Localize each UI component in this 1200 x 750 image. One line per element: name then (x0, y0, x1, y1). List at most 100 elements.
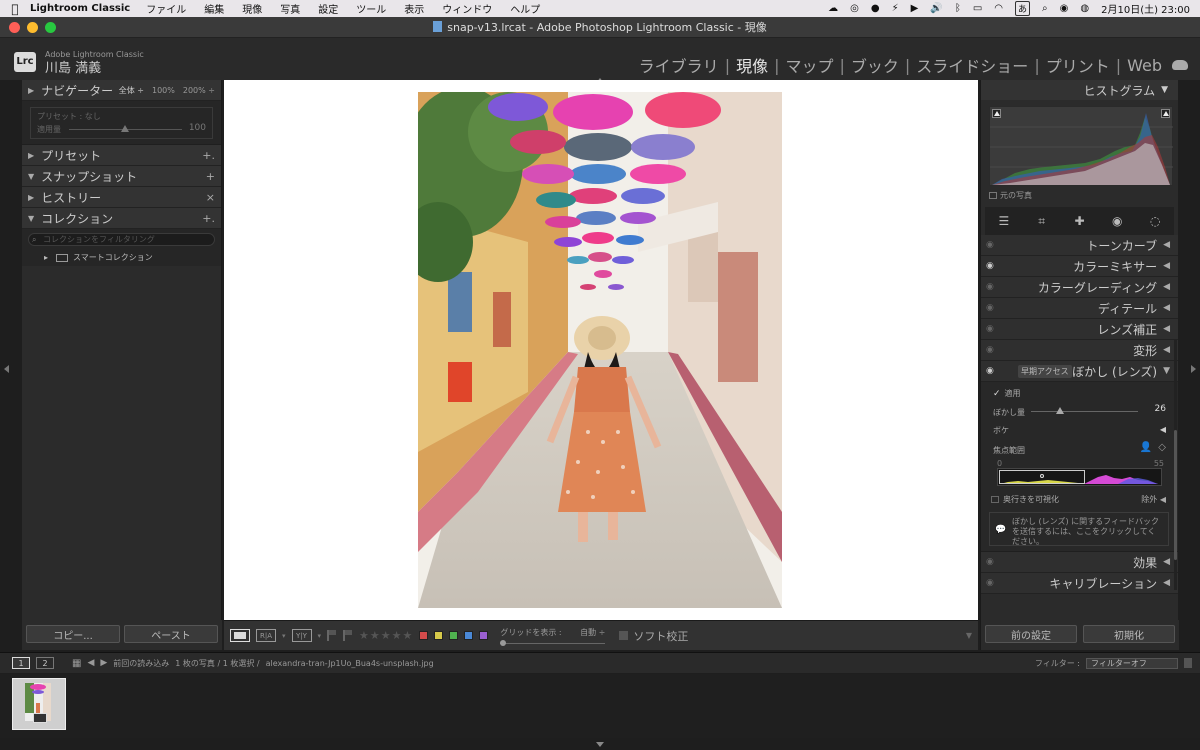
filter-lock-icon[interactable] (1184, 658, 1192, 668)
left-panel-toggle-icon[interactable] (4, 365, 9, 373)
star-rating[interactable]: ★★★★★ (359, 629, 413, 642)
loupe-view-button[interactable] (230, 629, 250, 642)
snapshots-header[interactable]: ▼ スナップショット + (22, 166, 221, 187)
section-detail[interactable]: ◉ ディテール ◀ (981, 298, 1178, 319)
scrollbar-thumb[interactable] (1174, 430, 1177, 560)
spotlight-search-icon[interactable]: ⌕ (1042, 3, 1048, 14)
left-panel-edge[interactable] (0, 80, 12, 650)
visualize-depth-checkbox[interactable] (991, 496, 999, 503)
before-after-dropdown-icon[interactable]: ▾ (318, 632, 322, 640)
menu-photo[interactable]: 写真 (280, 1, 300, 16)
section-calibration[interactable]: ◉ キャリブレーション ◀ (981, 573, 1178, 594)
cloud-sync-icon[interactable] (1172, 60, 1188, 70)
healing-icon[interactable]: ✚ (1069, 214, 1089, 228)
filter-select[interactable]: フィルターオフ (1086, 657, 1178, 669)
module-map[interactable]: マップ (785, 53, 833, 77)
blur-amount-thumb[interactable] (1056, 407, 1064, 414)
grid-view-icon[interactable]: ▦ (72, 658, 81, 669)
smart-collection-set[interactable]: ▸ スマートコレクション (28, 252, 215, 263)
add-snapshot-button[interactable]: + (206, 170, 221, 183)
original-photo-icon[interactable] (989, 192, 997, 199)
control-center-icon[interactable]: ◉ (1060, 3, 1069, 14)
visibility-eye-icon[interactable]: ◉ (986, 366, 1000, 376)
section-color-mixer[interactable]: ◉ カラーミキサー ◀ (981, 256, 1178, 277)
color-label-green[interactable] (449, 631, 459, 640)
filmstrip-filename[interactable]: alexandra-tran-Jp1Uo_Bua4s-unsplash.jpg (266, 659, 434, 668)
navigator-header[interactable]: ▶ ナビゲーター 全体 ÷ 100% 200% ÷ (22, 80, 221, 101)
collections-header[interactable]: ▼ コレクション +. (22, 208, 221, 229)
toolbar-menu-chevron-icon[interactable]: ▼ (966, 631, 972, 640)
wifi-icon[interactable]: ◠ (994, 3, 1003, 14)
disclosure-triangle-icon[interactable]: ▸ (44, 253, 48, 262)
forward-arrow-icon[interactable]: ▶ (100, 658, 107, 668)
play-icon[interactable]: ▶ (911, 3, 919, 14)
cloud-status-icon[interactable]: ☁ (828, 3, 838, 14)
grid-size-slider[interactable] (500, 640, 606, 646)
section-transform[interactable]: ◉ 変形 ◀ (981, 340, 1178, 361)
highlight-clipping-indicator[interactable] (1161, 109, 1170, 118)
grammarly-icon[interactable]: ● (871, 3, 880, 14)
visualize-depth-toggle[interactable]: 奥行きを可視化 (991, 494, 1059, 505)
app-menu[interactable]: Lightroom Classic (30, 3, 130, 14)
right-panel-scrollbar[interactable] (1174, 340, 1177, 590)
module-print[interactable]: プリント (1046, 53, 1110, 77)
soft-proof-checkbox[interactable] (619, 631, 629, 640)
module-web[interactable]: Web (1127, 56, 1162, 75)
color-label-yellow[interactable] (434, 631, 444, 640)
menu-file[interactable]: ファイル (146, 1, 186, 16)
menu-help[interactable]: ヘルプ (510, 1, 540, 16)
checkmark-icon[interactable]: ✓ (993, 389, 1001, 399)
image-canvas[interactable] (224, 80, 978, 620)
reset-button[interactable]: 初期化 (1083, 625, 1175, 643)
history-header[interactable]: ▶ ヒストリー × (22, 187, 221, 208)
copy-settings-button[interactable]: コピー... (26, 625, 120, 643)
zoom-fit[interactable]: 全体 ÷ (119, 85, 144, 96)
section-lens-corrections[interactable]: ◉ レンズ補正 ◀ (981, 319, 1178, 340)
histogram-header[interactable]: ヒストグラム ▼ (981, 80, 1178, 100)
edit-sliders-icon[interactable]: ☰ (994, 214, 1014, 228)
filmstrip-source[interactable]: 前回の読み込み (113, 658, 169, 669)
preset-amount-thumb[interactable] (121, 125, 129, 132)
menu-settings[interactable]: 設定 (318, 1, 338, 16)
paste-settings-button[interactable]: ペースト (124, 625, 218, 643)
menu-view[interactable]: 表示 (404, 1, 424, 16)
menubar-clock[interactable]: 2月10日(土) 23:00 (1101, 1, 1190, 16)
module-slideshow[interactable]: スライドショー (916, 53, 1028, 77)
volume-icon[interactable]: 🔊 (930, 3, 942, 14)
module-book[interactable]: ブック (851, 53, 899, 77)
clear-history-button[interactable]: × (206, 191, 221, 204)
menu-edit[interactable]: 編集 (204, 1, 224, 16)
original-photo-toggle[interactable]: 元の写真 (989, 190, 1170, 201)
section-tone-curve[interactable]: ◉ トーンカーブ ◀ (981, 235, 1178, 256)
right-panel-edge[interactable] (1188, 80, 1200, 650)
soft-proofing-toggle[interactable]: ソフト校正 (619, 628, 688, 644)
add-preset-button[interactable]: +. (202, 149, 221, 162)
collection-filter-input[interactable]: ⌕ コレクションをフィルタリング (28, 233, 215, 246)
exclude-toggle[interactable]: 除外 ◀ (1141, 494, 1166, 505)
before-after-lr-button[interactable]: R|A (256, 629, 276, 642)
visibility-eye-icon[interactable]: ◉ (986, 261, 1000, 271)
point-focus-icon[interactable]: ◇ (1158, 442, 1166, 453)
histogram-display[interactable] (989, 106, 1173, 186)
flag-pick-icon[interactable] (327, 630, 337, 641)
before-after-dropdown-icon[interactable]: ▾ (282, 632, 286, 640)
grid-overlay-mode[interactable]: 自動 ÷ (580, 627, 605, 638)
battery-icon[interactable]: ▭ (973, 3, 982, 14)
visibility-eye-icon[interactable]: ◉ (986, 240, 1000, 250)
red-eye-icon[interactable]: ◉ (1107, 214, 1127, 228)
color-label-purple[interactable] (479, 631, 489, 640)
module-develop[interactable]: 現像 (736, 53, 768, 77)
depth-range-bar[interactable] (997, 468, 1162, 486)
bluetooth-icon[interactable]: ᛒ (955, 3, 961, 14)
section-effects[interactable]: ◉ 効果 ◀ (981, 552, 1178, 573)
visibility-eye-icon[interactable]: ◉ (986, 345, 1000, 355)
section-color-grading[interactable]: ◉ カラーグレーディング ◀ (981, 277, 1178, 298)
presets-header[interactable]: ▶ プリセット +. (22, 145, 221, 166)
subject-focus-icon[interactable]: 👤 (1140, 442, 1152, 453)
visibility-eye-icon[interactable]: ◉ (986, 324, 1000, 334)
apple-menu-icon[interactable]:  (0, 2, 30, 16)
before-after-tb-button[interactable]: Y|Y (291, 629, 312, 642)
primary-display-button[interactable]: 1 (12, 657, 30, 669)
zoom-200[interactable]: 200% ÷ (183, 86, 215, 95)
lens-blur-feedback[interactable]: 💬 ぼかし (レンズ) に関するフィードバックを送信するには、ここをクリックして… (989, 512, 1169, 546)
